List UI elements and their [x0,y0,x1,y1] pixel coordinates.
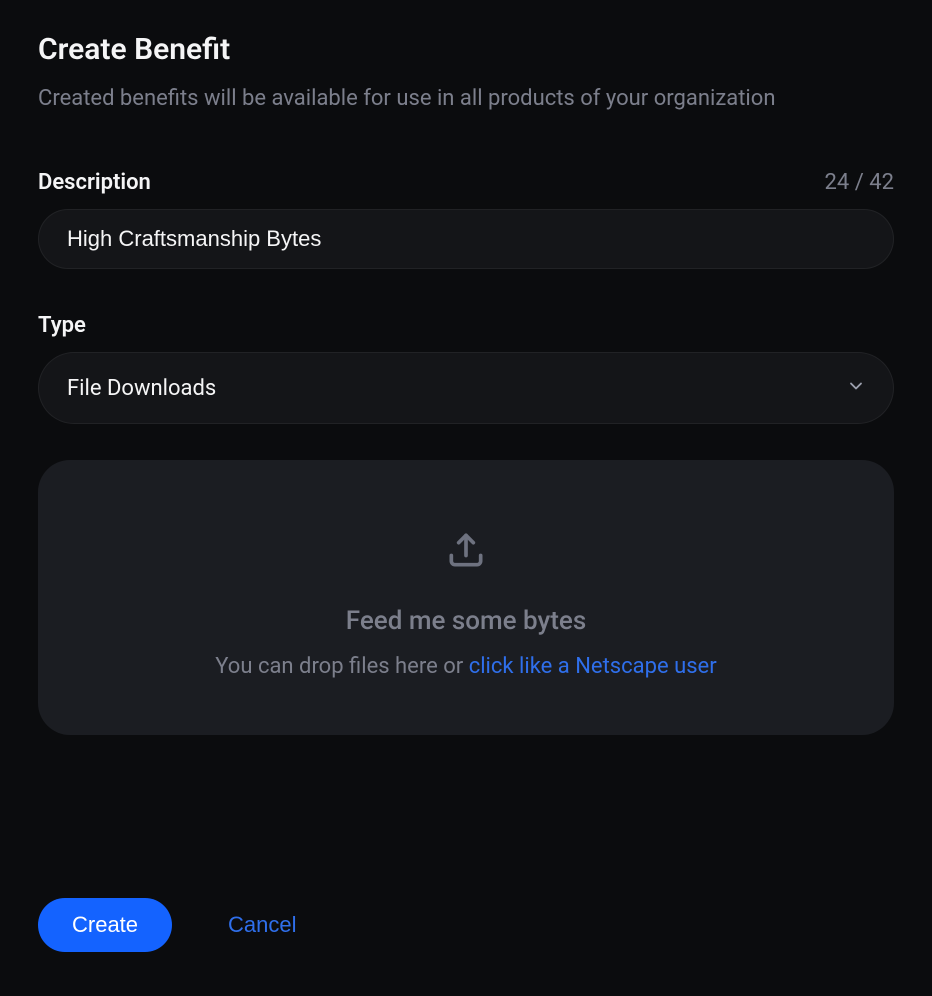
type-label: Type [38,313,86,338]
dropzone-subtitle: You can drop files here or click like a … [215,654,716,679]
create-button[interactable]: Create [38,898,172,952]
description-counter: 24 / 42 [825,170,894,195]
type-select-value: File Downloads [67,376,216,401]
description-input[interactable] [38,209,894,269]
cancel-button[interactable]: Cancel [228,912,296,938]
dropzone-browse-link[interactable]: click like a Netscape user [469,654,717,679]
file-dropzone[interactable]: Feed me some bytes You can drop files he… [38,460,894,735]
upload-icon [444,528,488,576]
modal-title: Create Benefit [38,32,894,67]
modal-subtitle: Created benefits will be available for u… [38,81,894,116]
type-select[interactable]: File Downloads [38,352,894,424]
description-label: Description [38,170,151,195]
dropzone-title: Feed me some bytes [346,606,586,636]
dropzone-subtitle-text: You can drop files here or [215,654,468,679]
